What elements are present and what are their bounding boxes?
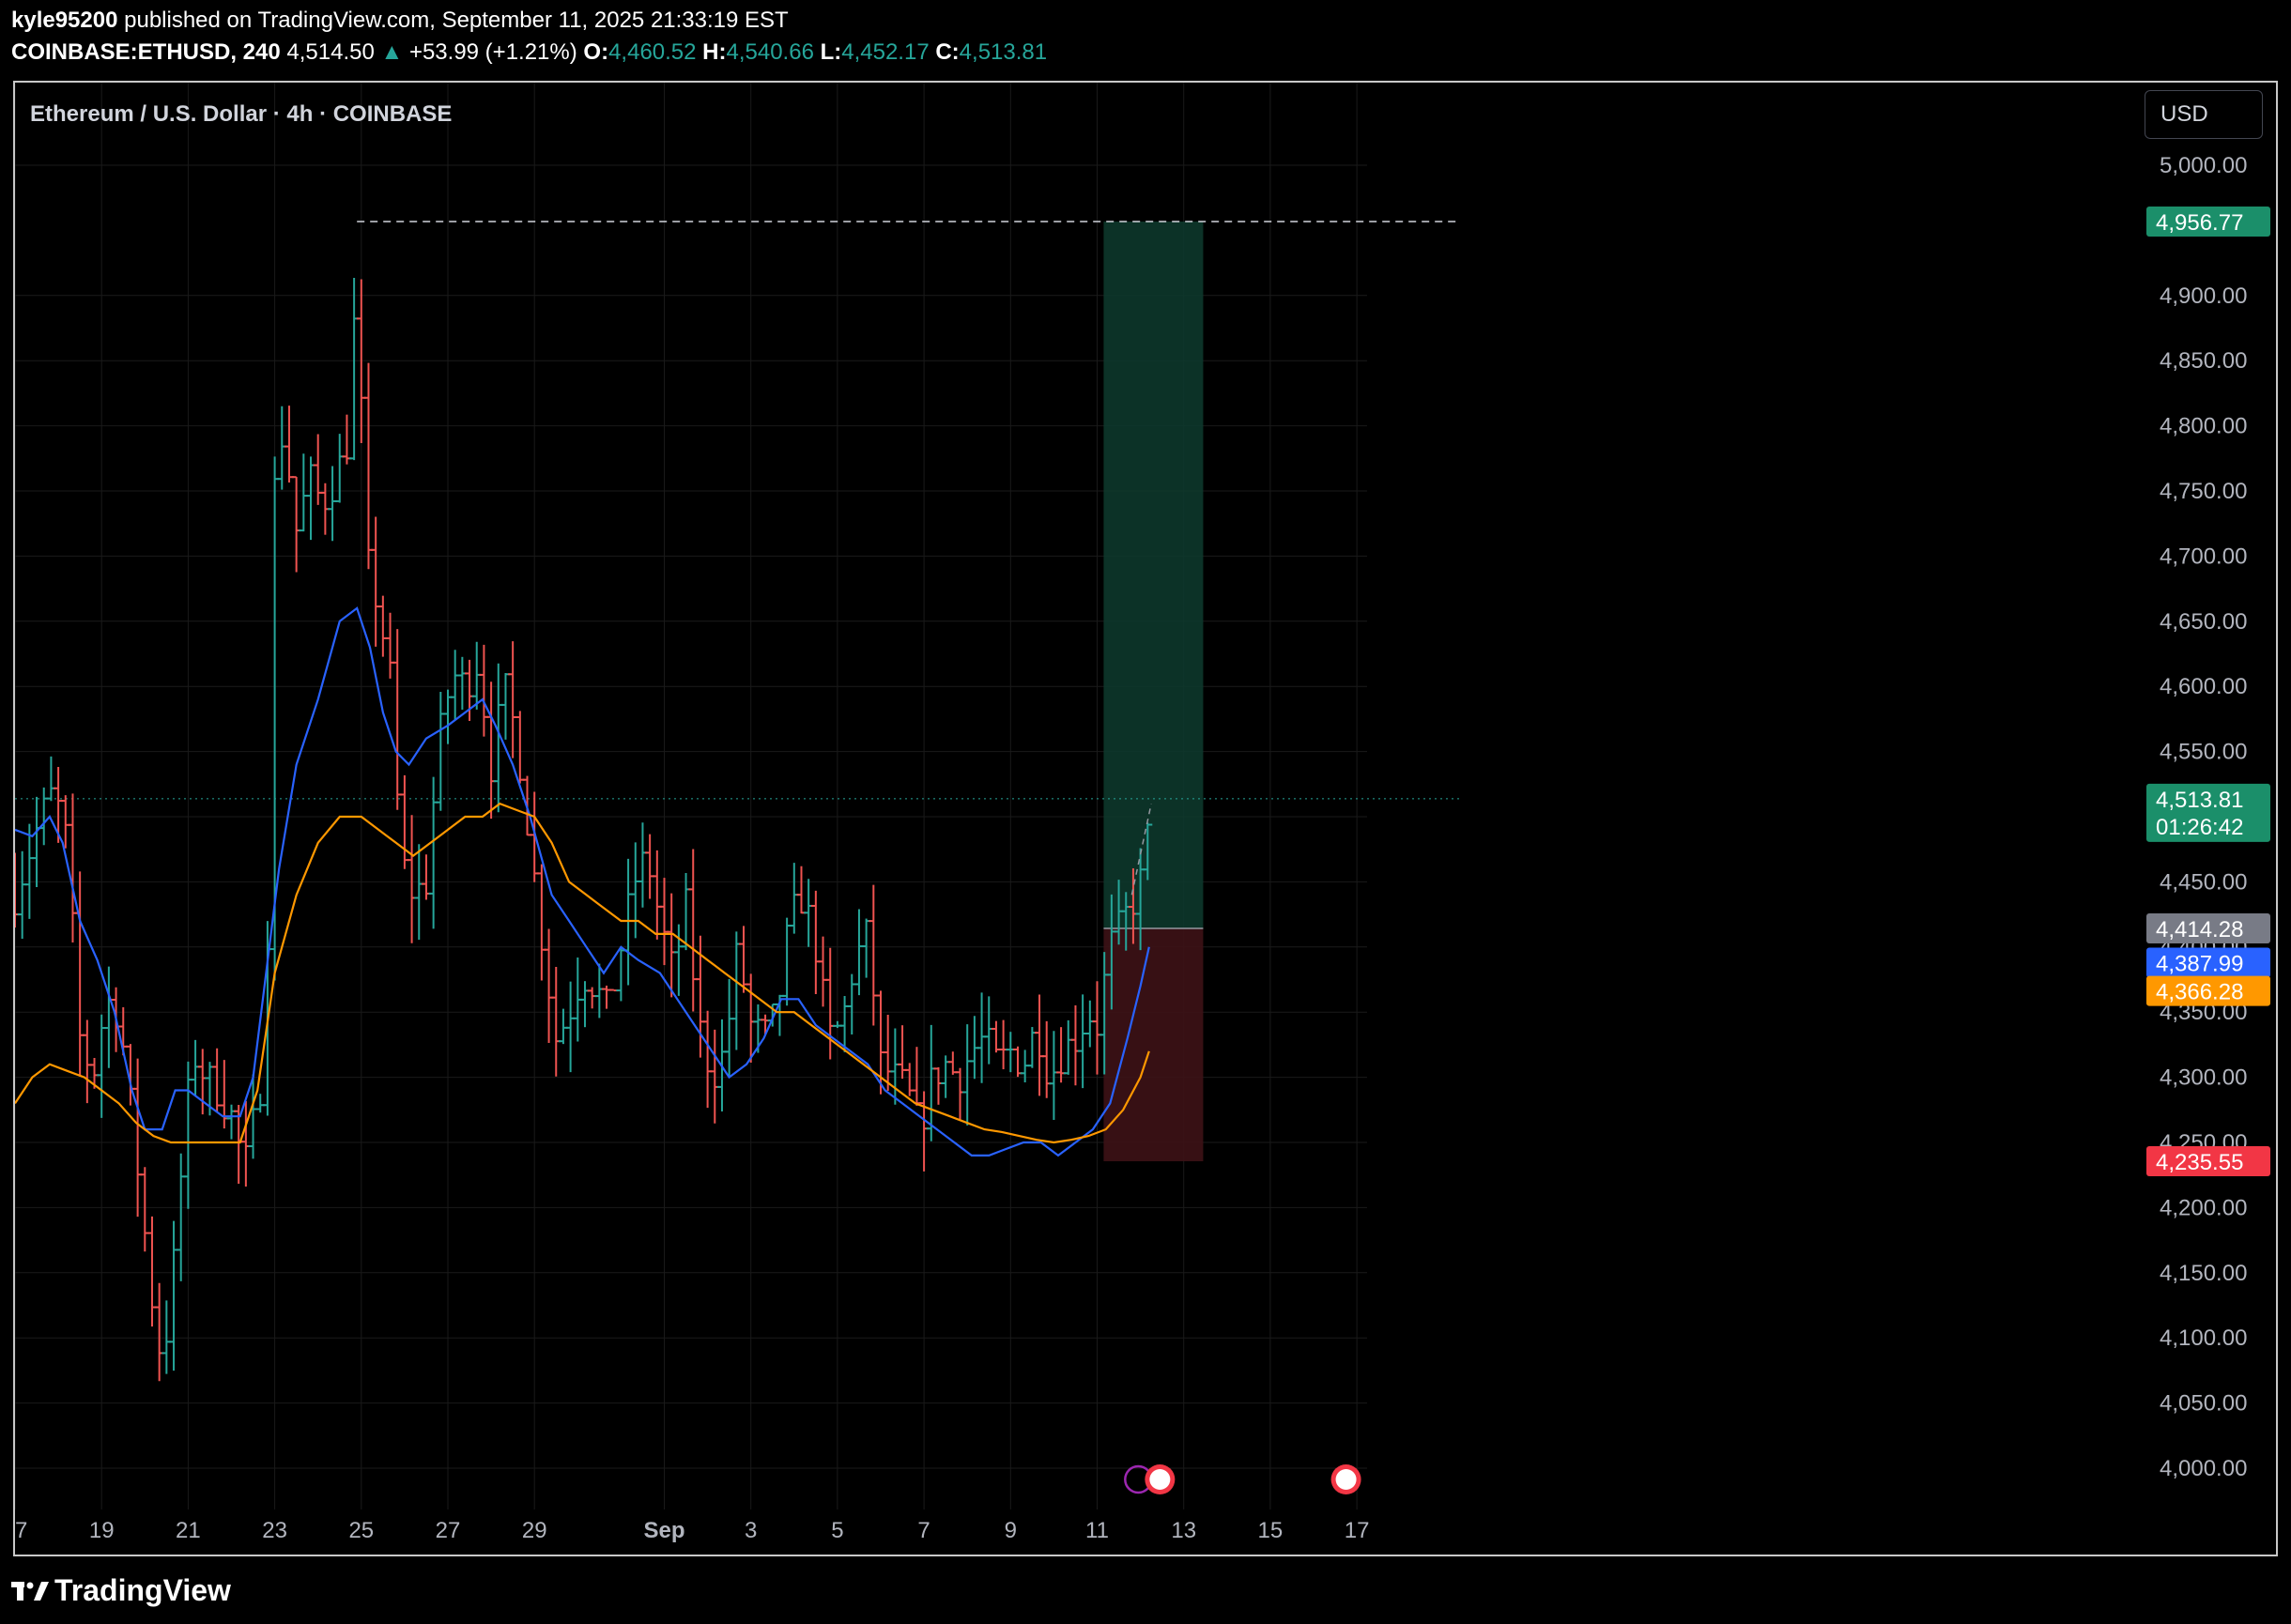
y-tick-label: 4,550.00 [2160, 740, 2247, 765]
y-tick-label: 4,700.00 [2160, 544, 2247, 569]
x-tick-label: 27 [436, 1518, 461, 1543]
price-tag-label: 4,235.55 [2156, 1150, 2243, 1175]
publish-info: kyle95200 published on TradingView.com, … [11, 8, 789, 34]
us-flag-inner [1335, 1469, 1357, 1490]
price-tag-label: 4,414.28 [2156, 917, 2243, 942]
y-tick-label: 4,200.00 [2160, 1195, 2247, 1220]
change-value: +53.99 (+1.21%) [408, 39, 577, 65]
x-tick-label: 17 [1345, 1518, 1370, 1543]
x-tick-label: 5 [831, 1518, 843, 1543]
x-tick-label: 21 [176, 1518, 201, 1543]
chart-title: Ethereum / U.S. Dollar · 4h · COINBASE [30, 101, 453, 127]
symbol-label: COINBASE:ETHUSD, 240 [11, 39, 281, 65]
countdown-label: 01:26:42 [2156, 815, 2243, 840]
x-tick-label: 19 [89, 1518, 115, 1543]
x-tick-label: 29 [522, 1518, 547, 1543]
tradingview-logo-icon [11, 1581, 49, 1601]
x-tick-label: 15 [1258, 1518, 1284, 1543]
price-tag-label: 4,956.77 [2156, 210, 2243, 236]
close-value: 4,513.81 [959, 39, 1048, 65]
y-tick-label: 4,800.00 [2160, 414, 2247, 439]
x-tick-label: 23 [262, 1518, 287, 1543]
high-value: 4,540.66 [726, 39, 814, 65]
y-tick-label: 4,450.00 [2160, 869, 2247, 895]
y-tick-label: 4,000.00 [2160, 1456, 2247, 1481]
x-tick-label: 3 [745, 1518, 757, 1543]
chart-panel[interactable]: 4,000.00 4,050.00 4,100.00 4,150.00 4,200.00… [13, 81, 2278, 1556]
author-name[interactable]: kyle95200 [11, 8, 117, 33]
x-tick-label: 13 [1171, 1518, 1196, 1543]
high-label: H: [702, 39, 727, 65]
y-tick-label: 4,750.00 [2160, 479, 2247, 504]
y-tick-label: 4,300.00 [2160, 1065, 2247, 1091]
footer: TradingView [11, 1573, 231, 1608]
x-tick-label: 9 [1005, 1518, 1017, 1543]
price-chart[interactable]: 4,000.00 4,050.00 4,100.00 4,150.00 4,200.00… [15, 83, 2276, 1555]
low-value: 4,452.17 [841, 39, 930, 65]
y-tick-label: 4,650.00 [2160, 609, 2247, 635]
open-label: O: [583, 39, 609, 65]
price-tag-label: 4,366.28 [2156, 980, 2243, 1005]
loss-zone [1103, 927, 1204, 1162]
y-tick-label: 4,100.00 [2160, 1325, 2247, 1351]
low-label: L: [820, 39, 842, 65]
profit-zone [1103, 222, 1204, 928]
price-tag-label: 4,513.81 [2156, 788, 2243, 813]
ohlc-header: COINBASE:ETHUSD, 240 4,514.50 ▲ +53.99 (… [11, 39, 1047, 66]
x-tick-label: 25 [348, 1518, 374, 1543]
currency-button[interactable]: USD [2145, 90, 2263, 139]
y-tick-label: 5,000.00 [2160, 153, 2247, 178]
tradingview-brand[interactable]: TradingView [54, 1573, 231, 1608]
publish-text: published on TradingView.com, September … [124, 8, 789, 33]
price-tag-label: 4,387.99 [2156, 951, 2243, 976]
close-label: C: [935, 39, 960, 65]
open-value: 4,460.52 [608, 39, 697, 65]
moving-average-slow-line [15, 802, 1150, 1144]
us-flag-inner [1149, 1469, 1171, 1490]
y-tick-label: 4,150.00 [2160, 1261, 2247, 1286]
x-tick-label: 17 [15, 1518, 27, 1543]
y-tick-label: 4,850.00 [2160, 348, 2247, 374]
x-tick-label: 7 [917, 1518, 930, 1543]
change-arrow-icon: ▲ [380, 39, 404, 65]
y-tick-label: 4,600.00 [2160, 674, 2247, 699]
y-tick-label: 4,900.00 [2160, 283, 2247, 309]
last-price: 4,514.50 [286, 39, 375, 65]
y-tick-label: 4,050.00 [2160, 1391, 2247, 1417]
x-tick-label: Sep [643, 1518, 684, 1543]
x-tick-label: 11 [1085, 1518, 1109, 1543]
